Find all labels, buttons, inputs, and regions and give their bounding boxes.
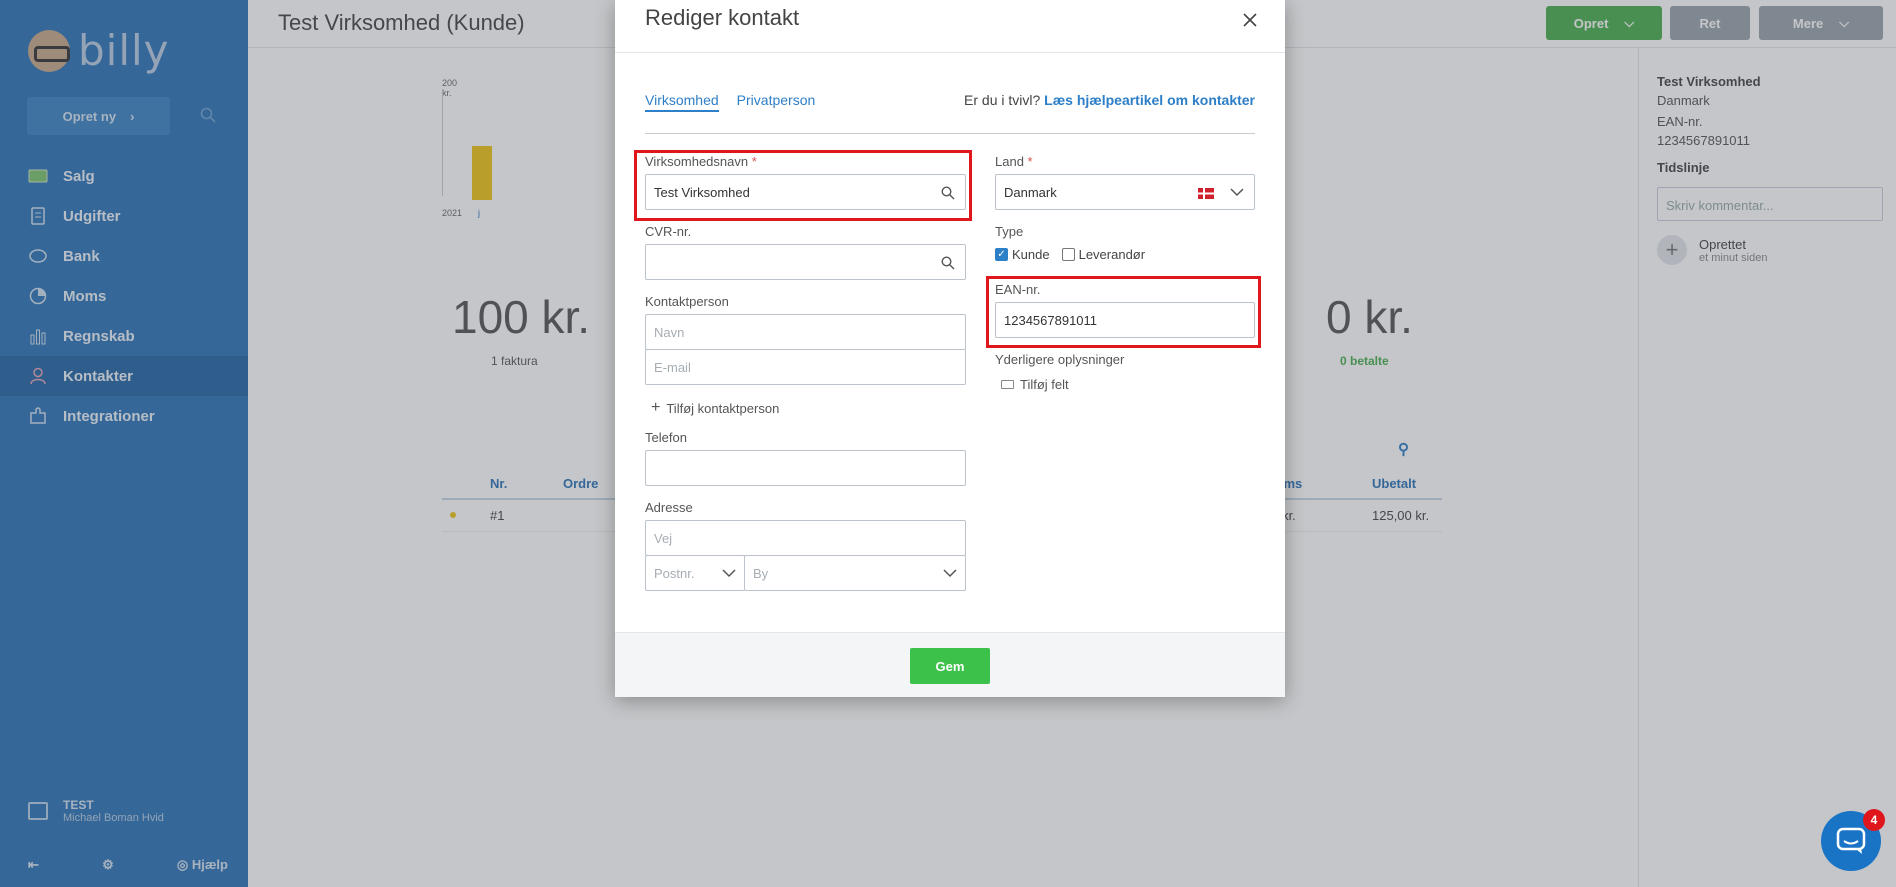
plus-icon: + <box>651 399 661 416</box>
city-select[interactable]: By <box>744 555 966 591</box>
modal-header: Rediger kontakt <box>615 0 1285 53</box>
address-label: Adresse <box>645 500 693 515</box>
phone-input[interactable] <box>645 450 966 486</box>
modal-title: Rediger kontakt <box>645 5 800 30</box>
contact-person-label: Kontaktperson <box>645 294 729 309</box>
zip-select[interactable]: Postnr. <box>645 555 745 591</box>
close-icon[interactable] <box>1242 12 1258 28</box>
type-options: ✓ Kunde Leverandør <box>995 247 1145 262</box>
contact-name-placeholder: Navn <box>654 324 685 340</box>
contact-email-input[interactable]: E-mail <box>645 349 966 385</box>
add-field-label: Tilføj felt <box>1020 377 1069 392</box>
country-select[interactable]: Danmark <box>995 174 1255 210</box>
search-icon[interactable] <box>941 186 955 200</box>
edit-contact-modal: Rediger kontakt Virksomhed Privatperson … <box>615 0 1285 697</box>
city-placeholder: By <box>753 565 769 581</box>
tab-virksomhed[interactable]: Virksomhed <box>645 92 719 112</box>
street-input[interactable]: Vej <box>645 520 966 556</box>
street-placeholder: Vej <box>654 530 673 546</box>
country-label: Land * <box>995 154 1033 169</box>
help-article-link[interactable]: Læs hjælpeartikel om kontakter <box>1044 92 1255 108</box>
required-star: * <box>751 154 757 169</box>
chevron-down-icon <box>943 569 957 578</box>
required-star: * <box>1027 154 1033 169</box>
extra-info-label: Yderligere oplysninger <box>995 352 1125 367</box>
help-text: Er du i tvivl? Læs hjælpeartikel om kont… <box>964 92 1255 108</box>
country-value: Danmark <box>1004 184 1057 200</box>
modal-footer: Gem <box>615 632 1285 697</box>
add-field-button[interactable]: Tilføj felt <box>1001 377 1069 392</box>
country-label-text: Land <box>995 154 1024 169</box>
tab-privatperson[interactable]: Privatperson <box>737 92 816 112</box>
chat-icon <box>1836 827 1866 854</box>
danish-flag-icon <box>1198 188 1214 199</box>
chat-launcher[interactable]: 4 <box>1821 809 1885 871</box>
ean-label: EAN-nr. <box>995 282 1041 297</box>
company-name-label-text: Virksomhedsnavn <box>645 154 749 169</box>
search-icon[interactable] <box>941 256 955 270</box>
add-contact-person-button[interactable]: + Tilføj kontaktperson <box>651 399 779 417</box>
ean-input[interactable]: 1234567891011 <box>995 302 1255 338</box>
supplier-label[interactable]: Leverandør <box>1079 247 1145 262</box>
chevron-down-icon <box>1230 188 1244 197</box>
type-label: Type <box>995 224 1024 239</box>
divider <box>645 133 1255 134</box>
chat-badge: 4 <box>1863 809 1885 831</box>
phone-label: Telefon <box>645 430 687 445</box>
contact-email-placeholder: E-mail <box>654 359 691 375</box>
company-name-input[interactable]: Test Virksomhed <box>645 174 966 210</box>
folder-icon <box>1001 380 1014 389</box>
help-prefix: Er du i tvivl? <box>964 92 1041 108</box>
customer-label[interactable]: Kunde <box>1012 247 1050 262</box>
cvr-label: CVR-nr. <box>645 224 692 239</box>
contact-type-tabs: Virksomhed Privatperson <box>645 92 815 112</box>
ean-value: 1234567891011 <box>1004 312 1098 328</box>
save-button[interactable]: Gem <box>910 648 990 684</box>
zip-placeholder: Postnr. <box>654 565 695 581</box>
cvr-input[interactable] <box>645 244 966 280</box>
contact-name-input[interactable]: Navn <box>645 314 966 350</box>
company-name-label: Virksomhedsnavn * <box>645 154 757 169</box>
add-contact-person-label: Tilføj kontaktperson <box>666 400 780 416</box>
supplier-checkbox[interactable] <box>1061 248 1075 261</box>
customer-checkbox[interactable]: ✓ <box>995 248 1008 261</box>
company-name-value: Test Virksomhed <box>654 184 750 200</box>
chevron-down-icon <box>722 569 736 578</box>
